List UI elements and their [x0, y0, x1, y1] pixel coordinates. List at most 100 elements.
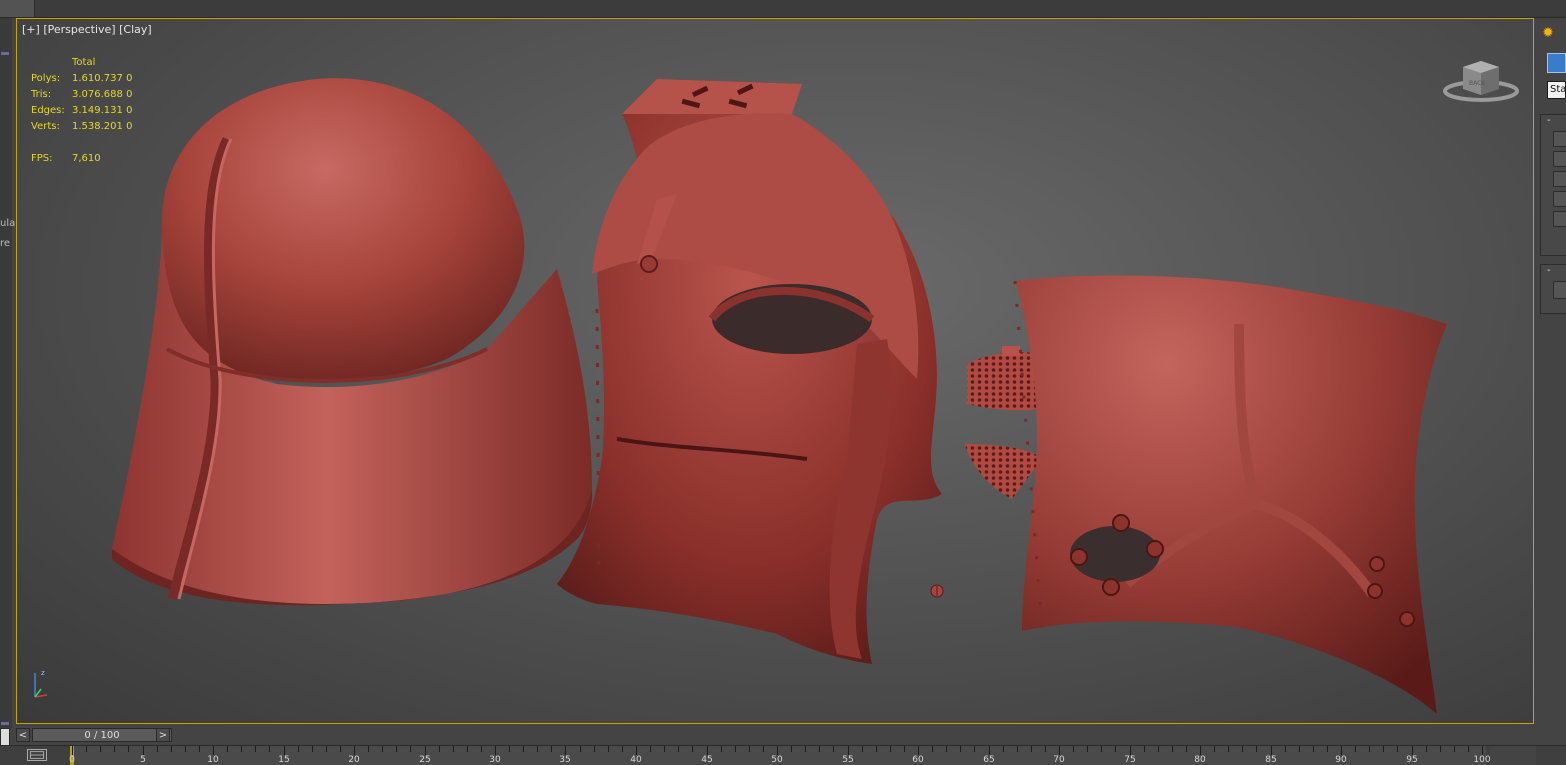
ruler-tick	[946, 746, 947, 752]
ruler-tick	[495, 746, 496, 755]
small-screw-piece[interactable]	[930, 584, 944, 598]
rollout-1-button-a[interactable]	[1553, 131, 1566, 147]
tris-value: 3.076.688 0	[72, 89, 133, 100]
ruler-tick	[425, 746, 426, 755]
ruler-tick	[1017, 746, 1018, 752]
rollout-2: -	[1540, 264, 1566, 314]
verts-label: Verts:	[31, 121, 60, 132]
ruler-tick	[974, 746, 975, 752]
ruler-tick	[185, 746, 186, 752]
ruler-tick	[410, 746, 411, 752]
ruler-tick	[692, 746, 693, 752]
verts-value: 1.538.201 0	[72, 121, 133, 132]
sun-icon[interactable]: ✹	[1539, 24, 1557, 42]
ruler-tick	[622, 746, 623, 752]
fps-label: FPS:	[31, 153, 53, 164]
viewport-menu-plus[interactable]: [+]	[22, 23, 40, 36]
helmet-face-piece[interactable]	[557, 79, 942, 664]
helmet-scene	[112, 78, 1447, 714]
ruler-tick	[1454, 746, 1455, 752]
ruler-tick	[312, 746, 313, 752]
ruler-tick	[143, 746, 144, 755]
ruler-tick	[86, 746, 87, 752]
next-frame-button[interactable]: >	[156, 728, 170, 742]
ruler-tick	[833, 746, 834, 752]
ruler-tick	[763, 746, 764, 752]
tris-label: Tris:	[31, 89, 52, 100]
rollout-1-button-e[interactable]	[1553, 211, 1566, 227]
ruler-tick	[749, 746, 750, 752]
ruler-tick	[1383, 746, 1384, 752]
ruler-tick	[1214, 746, 1215, 752]
ruler-tick	[989, 746, 990, 755]
left-text-1: ula	[0, 218, 16, 229]
ruler-tick	[918, 746, 919, 755]
ruler-tick	[862, 746, 863, 752]
ruler-tick	[1285, 746, 1286, 752]
rollout-1-button-b[interactable]	[1553, 151, 1566, 167]
ruler-tick	[707, 746, 708, 755]
ruler-tick	[1059, 746, 1060, 755]
rollout-2-toggle[interactable]: -	[1541, 265, 1566, 277]
ruler-tick	[819, 746, 820, 752]
ruler-tick	[537, 746, 538, 752]
ruler-tick	[1426, 746, 1427, 752]
top-toolbar-strip	[0, 0, 1566, 18]
sphere-button[interactable]	[1547, 53, 1566, 73]
name-field[interactable]: Sta	[1547, 81, 1566, 99]
frame-ruler[interactable]: 0 5 10 15 20 25 30 35 40 45 50 55 60 65 70 75 80 85 90 95 10…	[69, 746, 1491, 765]
ruler-tick	[1115, 746, 1116, 752]
left-command-strip: ula re	[0, 18, 16, 728]
rollout-1-button-c[interactable]	[1553, 171, 1566, 187]
ruler-tick	[551, 746, 552, 752]
previous-frame-button[interactable]: <	[16, 728, 30, 742]
ruler-tick	[608, 746, 609, 752]
ruler-tick	[1087, 746, 1088, 752]
ruler-tick	[791, 746, 792, 752]
axis-tripod-icon: z	[34, 669, 48, 698]
ruler-tick	[890, 746, 891, 752]
viewport-label[interactable]: [+] [Perspective] [Clay]	[22, 23, 152, 36]
ruler-tick	[157, 746, 158, 752]
edges-label: Edges:	[31, 105, 65, 116]
ruler-tick	[1101, 746, 1102, 752]
ruler-tick	[932, 746, 933, 752]
track-bar-end	[1490, 746, 1536, 765]
helmet-back-piece[interactable]	[1013, 275, 1447, 714]
ruler-tick	[1158, 746, 1159, 752]
ruler-tick	[1003, 746, 1004, 752]
ruler-tick	[523, 746, 524, 752]
ruler-tick	[848, 746, 849, 755]
ruler-tick	[72, 746, 73, 755]
ruler-tick	[453, 746, 454, 752]
ruler-tick	[354, 746, 355, 755]
ruler-tick	[1200, 746, 1201, 755]
mesh-grille-piece-bottom[interactable]	[965, 444, 1042, 499]
ruler-tick	[1228, 746, 1229, 752]
viewcube-icon[interactable]: BACK	[1441, 55, 1521, 107]
time-slider-bar: < 0 / 100 >	[16, 727, 1534, 744]
ruler-tick	[100, 746, 101, 752]
rollout-1-button-d[interactable]	[1553, 191, 1566, 207]
time-slider[interactable]: 0 / 100	[32, 728, 172, 742]
key-filter-icon[interactable]	[27, 749, 47, 761]
rollout-2-button[interactable]	[1553, 281, 1566, 299]
ruler-tick	[368, 746, 369, 752]
ruler-tick	[1271, 746, 1272, 755]
svg-text:z: z	[41, 669, 45, 677]
left-box-icon[interactable]	[0, 728, 10, 746]
ruler-tick	[1186, 746, 1187, 752]
ruler-tick	[255, 746, 256, 752]
viewport-view-label[interactable]: [Perspective]	[43, 23, 115, 36]
ruler-tick	[1299, 746, 1300, 752]
perspective-viewport[interactable]: [+] [Perspective] [Clay] Total Polys: 1.6…	[16, 18, 1534, 724]
top-tab-segment[interactable]	[0, 0, 35, 17]
viewport-shading-label[interactable]: [Clay]	[119, 23, 152, 36]
helmet-dome-piece[interactable]	[112, 78, 593, 606]
ruler-tick	[1242, 746, 1243, 752]
left-text-2: re	[0, 238, 11, 249]
ruler-tick	[1313, 746, 1314, 752]
rollout-1-toggle[interactable]: -	[1541, 115, 1566, 127]
ruler-tick	[650, 746, 651, 752]
left-marker-bottom	[1, 722, 9, 725]
